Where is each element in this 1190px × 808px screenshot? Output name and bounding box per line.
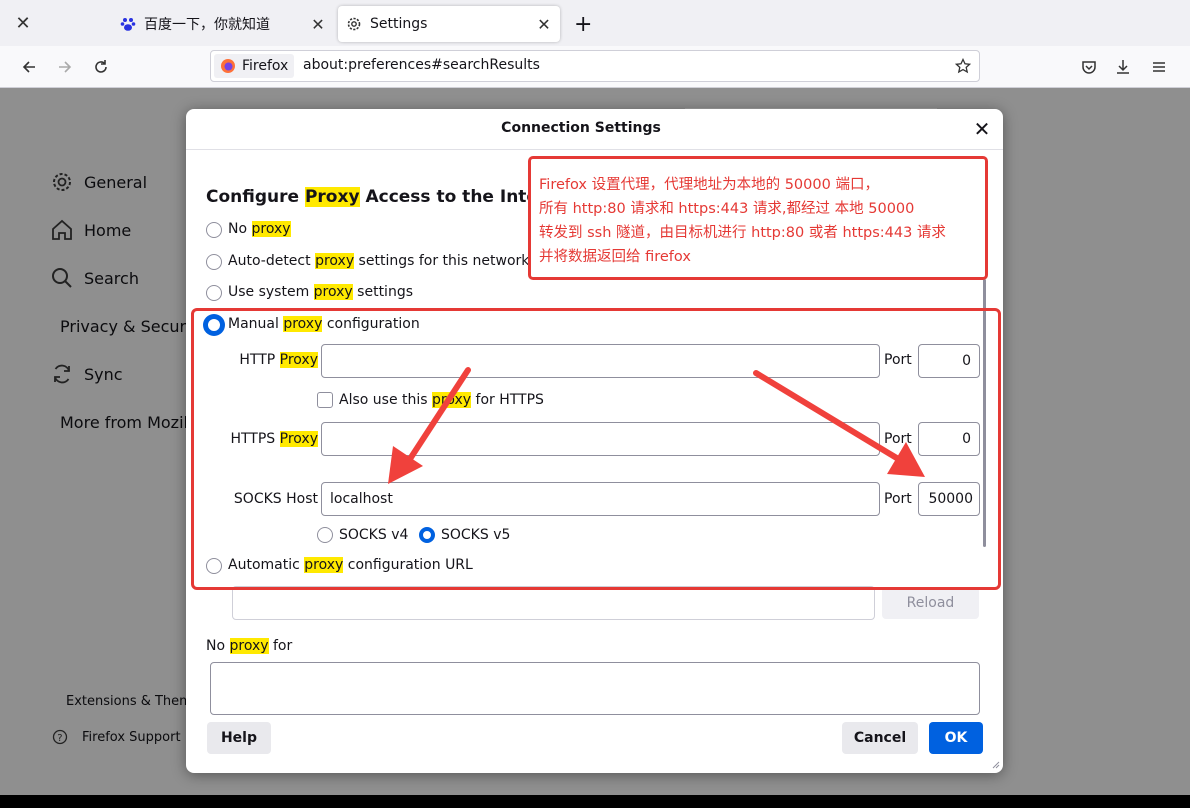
tab-settings[interactable]: Settings ✕ — [338, 6, 560, 42]
sidebar-footer-label: Extensions & Themes — [66, 693, 186, 709]
sidebar-item-more-from-mozilla[interactable]: m More from Mozilla — [50, 410, 186, 434]
identity-label: Firefox — [242, 58, 289, 74]
sidebar-footer-label: Firefox Support — [82, 729, 181, 745]
radio-label-system-proxy: Use system proxy settings — [228, 284, 413, 300]
cancel-button[interactable]: Cancel — [842, 722, 918, 754]
annotation-line: 所有 http:80 请求和 https:443 请求,都经过 本地 50000 — [539, 201, 915, 217]
section-heading: Configure Proxy Access to the Internet — [206, 187, 578, 207]
radio-label-auto-detect: Auto-detect proxy settings for this netw… — [228, 253, 530, 269]
auto-config-url-input[interactable] — [232, 586, 875, 620]
tab-close-icon[interactable]: ✕ — [310, 15, 326, 34]
title-separator — [186, 149, 1003, 150]
sidebar-item-label: More from Mozilla — [60, 412, 186, 432]
annotation-line: 并将数据返回给 firefox — [539, 249, 691, 265]
tab-label: Settings — [370, 16, 428, 32]
firefox-logo-icon — [221, 59, 235, 73]
sidebar-footer-support[interactable]: ? Firefox Support — [52, 729, 186, 745]
sidebar-item-privacy[interactable]: Privacy & Security — [50, 314, 186, 338]
radio-label-no-proxy: No proxy — [228, 221, 291, 237]
radio-system-proxy[interactable] — [206, 285, 222, 301]
radio-auto-detect[interactable] — [206, 254, 222, 270]
sidebar-item-label: General — [84, 172, 148, 192]
url-text: about:preferences#searchResults — [303, 57, 540, 73]
heading-highlight: Proxy — [304, 187, 360, 207]
annotation-highlight-box — [191, 308, 1001, 590]
sidebar-item-label: Sync — [84, 364, 123, 384]
no-proxy-for-textarea[interactable] — [210, 662, 980, 715]
tab-close-icon[interactable]: ✕ — [536, 15, 552, 34]
help-button[interactable]: Help — [207, 722, 271, 754]
url-bar[interactable]: Firefox about:preferences#searchResults — [210, 50, 980, 82]
search-icon — [52, 268, 72, 288]
reload-icon[interactable] — [88, 54, 114, 80]
no-proxy-for-label: No proxy for — [206, 638, 293, 654]
annotation-note: Firefox 设置代理，代理地址为本地的 50000 端口， 所有 http:… — [528, 156, 988, 280]
baidu-paw-icon — [120, 18, 136, 31]
reload-button[interactable]: Reload — [882, 587, 979, 619]
help-icon: ? — [52, 729, 68, 745]
home-icon — [52, 219, 72, 240]
bottom-edge — [0, 795, 1190, 808]
dialog-title: Connection Settings — [501, 120, 661, 136]
close-icon[interactable]: ✕ — [972, 119, 992, 139]
new-tab-button[interactable]: + — [566, 6, 596, 42]
radio-no-proxy[interactable] — [206, 222, 222, 238]
sidebar-item-search[interactable]: Search — [50, 266, 186, 290]
forward-icon[interactable] — [52, 54, 78, 80]
pocket-icon[interactable] — [1076, 54, 1102, 80]
svg-text:?: ? — [57, 733, 62, 744]
tab-baidu[interactable]: 百度一下，你就知道 ✕ — [112, 6, 334, 42]
gear-icon — [53, 173, 71, 191]
heading-text: Configure — [206, 187, 305, 207]
sidebar-item-general[interactable]: General — [50, 170, 186, 194]
gear-icon — [347, 17, 361, 31]
back-icon[interactable] — [16, 54, 42, 80]
sidebar-item-label: Home — [84, 220, 132, 240]
annotation-line: Firefox 设置代理，代理地址为本地的 50000 端口， — [539, 177, 879, 193]
tab-label: 百度一下，你就知道 — [144, 17, 270, 33]
tab-bar: ✕ 百度一下，你就知道 ✕ Settings ✕ + — [0, 0, 1190, 46]
sidebar-item-sync[interactable]: Sync — [50, 362, 186, 386]
annotation-line: 转发到 ssh 隧道，由目标机进行 http:80 或者 https:443 请… — [539, 225, 946, 241]
sync-icon — [54, 364, 70, 384]
downloads-icon[interactable] — [1110, 54, 1136, 80]
sidebar-item-label: Search — [84, 268, 139, 288]
ok-button[interactable]: OK — [929, 722, 983, 754]
identity-box[interactable]: Firefox — [214, 54, 295, 78]
menu-icon[interactable] — [1146, 54, 1172, 80]
bookmark-star-icon[interactable] — [955, 58, 971, 74]
firefox-view-icon[interactable]: ✕ — [10, 10, 36, 36]
sidebar-item-home[interactable]: Home — [50, 218, 186, 242]
resize-grip-icon[interactable] — [990, 759, 1000, 769]
sidebar-item-label: Privacy & Security — [60, 316, 186, 336]
sidebar-footer-extensions[interactable]: Extensions & Themes — [52, 693, 186, 709]
